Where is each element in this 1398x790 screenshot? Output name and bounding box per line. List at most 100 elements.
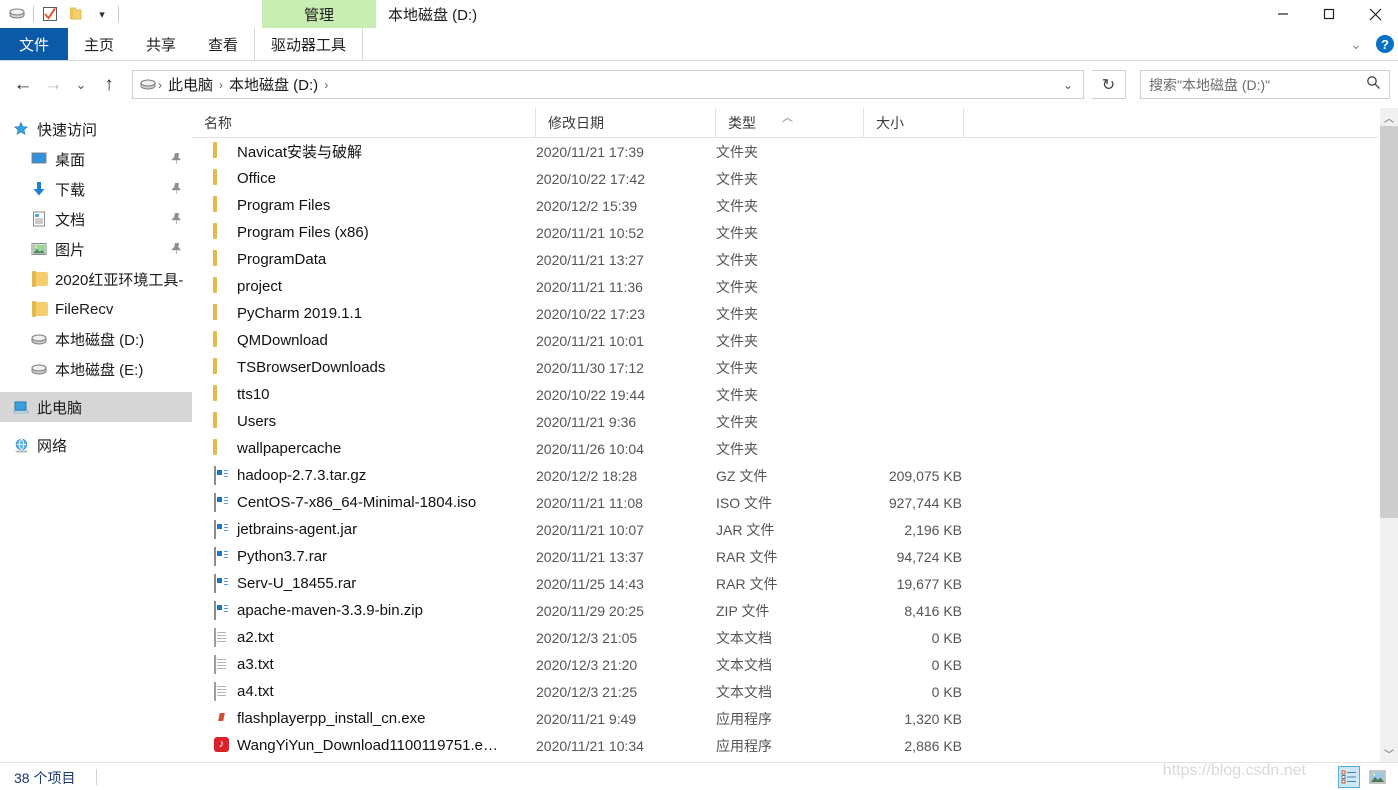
pin-icon[interactable] [171,212,182,228]
sidebar-item-desktop[interactable]: 桌面 [0,144,192,174]
file-name-cell[interactable]: PyCharm 2019.1.1 [212,305,362,323]
file-name-cell[interactable]: hadoop-2.7.3.tar.gz [212,465,366,485]
file-name-cell[interactable]: ProgramData [212,251,326,269]
table-row[interactable]: Program Files (x86) 2020/11/21 10:52 文件夹 [192,219,1378,246]
sidebar-item-2020-toolkit[interactable]: 2020红亚环境工具- [0,264,192,294]
back-button[interactable]: ← [8,71,38,99]
close-button[interactable] [1352,0,1398,28]
file-name-cell[interactable]: Office [212,170,276,188]
table-row[interactable]: Serv-U_18455.rar 2020/11/25 14:43 RAR 文件 19… [192,570,1378,597]
file-name-cell[interactable]: QMDownload [212,332,328,350]
scrollbar-thumb[interactable] [1380,126,1398,518]
table-row[interactable]: a2.txt 2020/12/3 21:05 文本文档 0 KB [192,624,1378,651]
search-icon[interactable] [1366,75,1381,94]
file-name-cell[interactable]: a3.txt [212,654,274,674]
file-name-cell[interactable]: apache-maven-3.3.9-bin.zip [212,600,423,620]
table-row[interactable]: ♪ WangYiYun_Download1100119751.e… 2020/11/… [192,732,1378,759]
up-button[interactable]: ↑ [94,71,124,99]
drive-icon[interactable] [4,1,30,27]
large-icons-view-button[interactable] [1366,766,1388,788]
file-name-cell[interactable]: Program Files (x86) [212,224,369,242]
file-name-cell[interactable]: a4.txt [212,681,274,701]
file-name-cell[interactable]: ♪ WangYiYun_Download1100119751.e… [212,736,498,755]
maximize-button[interactable] [1306,0,1352,28]
file-name-cell[interactable]: jetbrains-agent.jar [212,519,357,539]
sidebar-item-drive-d[interactable]: 本地磁盘 (D:) [0,324,192,354]
help-button[interactable]: ? [1376,35,1394,53]
sidebar-item-documents[interactable]: 文档 [0,204,192,234]
sidebar-item-pictures[interactable]: 图片 [0,234,192,264]
table-row[interactable]: PyCharm 2019.1.1 2020/10/22 17:23 文件夹 [192,300,1378,327]
breadcrumb-separator-2[interactable]: › [323,78,329,92]
tab-view[interactable]: 查看 [192,28,254,60]
forward-button[interactable]: → [38,71,68,99]
table-row[interactable]: TSBrowserDownloads 2020/11/30 17:12 文件夹 [192,354,1378,381]
file-name-cell[interactable]: flashplayerpp_install_cn.exe [212,710,425,728]
file-name-cell[interactable]: a2.txt [212,627,274,647]
table-row[interactable]: Python3.7.rar 2020/11/21 13:37 RAR 文件 94,72… [192,543,1378,570]
sidebar-item-filerecv[interactable]: FileRecv [0,294,192,324]
sidebar-item-downloads[interactable]: 下载 [0,174,192,204]
table-row[interactable]: a4.txt 2020/12/3 21:25 文本文档 0 KB [192,678,1378,705]
table-row[interactable]: Navicat安装与破解 2020/11/21 17:39 文件夹 [192,138,1378,165]
chevron-down-icon-address[interactable]: ⌄ [1063,78,1083,92]
table-row[interactable]: apache-maven-3.3.9-bin.zip 2020/11/29 20:… [192,597,1378,624]
new-folder-icon[interactable] [63,1,89,27]
chevron-down-icon[interactable]: ⌄ [1344,36,1368,53]
recent-locations-icon[interactable]: ⌄ [68,71,94,99]
breadcrumb-item-drive-d[interactable]: 本地磁盘 (D:) [224,74,323,95]
scroll-up-button[interactable]: ︿ [1380,108,1398,126]
file-name-cell[interactable]: CentOS-7-x86_64-Minimal-1804.iso [212,492,476,512]
table-row[interactable]: Program Files 2020/12/2 15:39 文件夹 [192,192,1378,219]
customize-dropdown-icon[interactable]: ▾ [89,1,115,27]
table-row[interactable]: QMDownload 2020/11/21 10:01 文件夹 [192,327,1378,354]
tab-drive-tools[interactable]: 驱动器工具 [254,28,364,60]
details-view-button[interactable] [1338,766,1360,788]
properties-checkmark-icon[interactable] [37,1,63,27]
table-row[interactable]: a3.txt 2020/12/3 21:20 文本文档 0 KB [192,651,1378,678]
breadcrumb-bar[interactable]: › 此电脑 › 本地磁盘 (D:) › ⌄ [132,70,1084,99]
column-header-date[interactable]: 修改日期 [536,108,716,137]
file-name-cell[interactable]: project [212,278,282,296]
tab-home[interactable]: 主页 [68,28,130,60]
table-row[interactable]: jetbrains-agent.jar 2020/11/21 10:07 JAR 文… [192,516,1378,543]
file-name-cell[interactable]: tts10 [212,386,270,404]
generic-file-icon [212,573,230,593]
file-date-cell: 2020/11/29 20:25 [536,602,644,619]
table-row[interactable]: wallpapercache 2020/11/26 10:04 文件夹 [192,435,1378,462]
scroll-down-button[interactable]: ﹀ [1380,744,1398,762]
search-input[interactable]: 搜索"本地磁盘 (D:)" [1149,75,1366,95]
column-header-type[interactable]: 类型 ︿ [716,108,864,137]
file-name-cell[interactable]: Serv-U_18455.rar [212,573,356,593]
sidebar-item-this-pc[interactable]: 此电脑 [0,392,192,422]
tab-file[interactable]: 文件 [0,28,68,60]
file-name-cell[interactable]: Python3.7.rar [212,546,327,566]
file-name-cell[interactable]: Program Files [212,197,330,215]
search-box[interactable]: 搜索"本地磁盘 (D:)" [1140,70,1390,99]
table-row[interactable]: tts10 2020/10/22 19:44 文件夹 [192,381,1378,408]
file-name-cell[interactable]: Users [212,413,276,431]
minimize-button[interactable] [1260,0,1306,28]
table-row[interactable]: Users 2020/11/21 9:36 文件夹 [192,408,1378,435]
pin-icon[interactable] [171,182,182,198]
sidebar-item-drive-e[interactable]: 本地磁盘 (E:) [0,354,192,384]
vertical-scrollbar[interactable]: ︿ ﹀ [1380,108,1398,762]
sidebar-item-quick-access[interactable]: 快速访问 [0,114,192,144]
breadcrumb-item-this-pc[interactable]: 此电脑 [163,74,218,95]
file-name-cell[interactable]: TSBrowserDownloads [212,359,385,377]
column-header-size[interactable]: 大小 [864,108,964,137]
table-row[interactable]: ProgramData 2020/11/21 13:27 文件夹 [192,246,1378,273]
file-name-cell[interactable]: wallpapercache [212,440,341,458]
refresh-button[interactable]: ↻ [1092,70,1126,99]
table-row[interactable]: Office 2020/10/22 17:42 文件夹 [192,165,1378,192]
table-row[interactable]: flashplayerpp_install_cn.exe 2020/11/21 9… [192,705,1378,732]
table-row[interactable]: project 2020/11/21 11:36 文件夹 [192,273,1378,300]
file-name-cell[interactable]: Navicat安装与破解 [212,141,362,162]
column-header-name[interactable]: 名称 [192,108,536,137]
sidebar-item-network[interactable]: 网络 [0,430,192,460]
pin-icon[interactable] [171,242,182,258]
tab-share[interactable]: 共享 [130,28,192,60]
table-row[interactable]: hadoop-2.7.3.tar.gz 2020/12/2 18:28 GZ 文件 2… [192,462,1378,489]
table-row[interactable]: CentOS-7-x86_64-Minimal-1804.iso 2020/11/… [192,489,1378,516]
pin-icon[interactable] [171,152,182,168]
